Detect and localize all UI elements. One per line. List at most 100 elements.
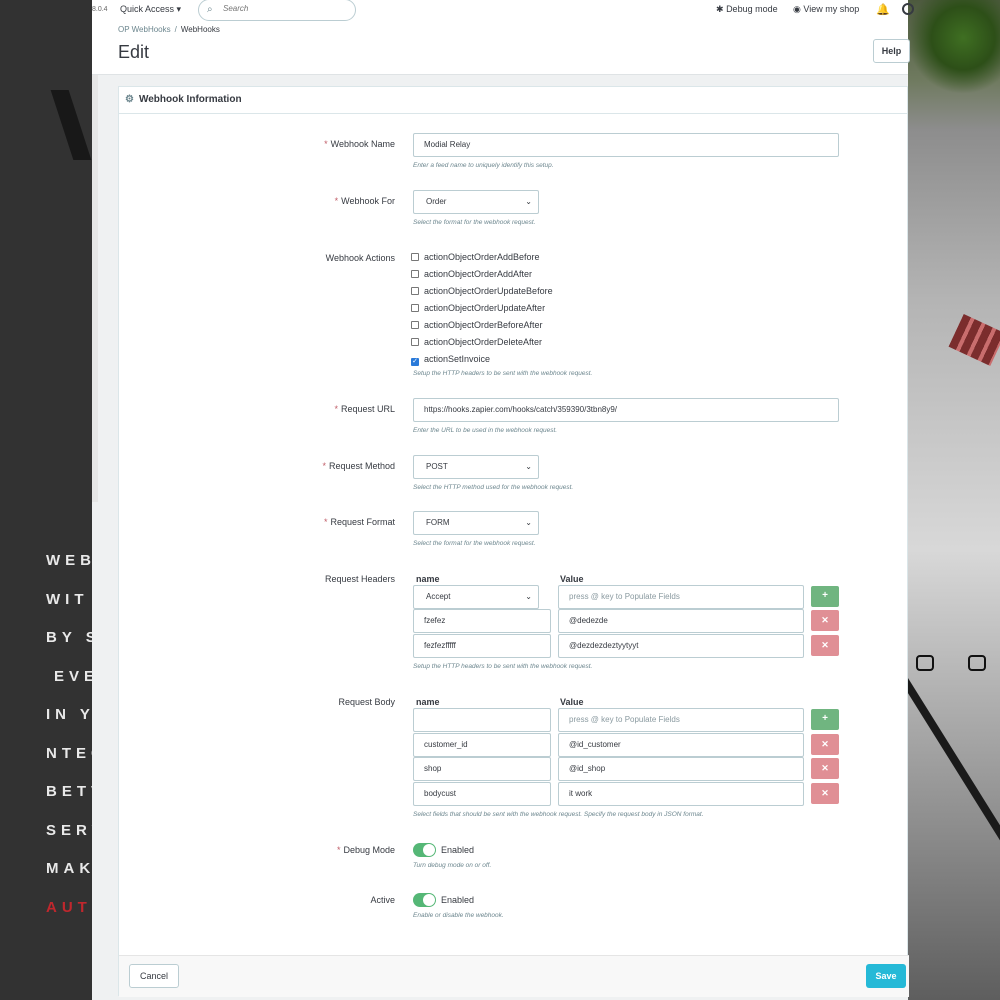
debug-mode-label: * Debug Mode	[336, 845, 395, 855]
scrollbar[interactable]	[92, 22, 98, 502]
remove-header-button[interactable]: ✕	[811, 635, 839, 656]
body-value-column: Value	[560, 697, 584, 707]
view-shop-link[interactable]: ◉ View my shop	[793, 4, 859, 15]
header-value-input[interactable]: @dezdezdeztyytyyt	[558, 634, 804, 658]
checkbox-icon	[411, 304, 419, 312]
checkbox-icon	[411, 338, 419, 346]
save-button[interactable]: Save	[866, 964, 906, 988]
debug-mode-toggle[interactable]	[413, 843, 436, 857]
remove-body-field-button[interactable]: ✕	[811, 783, 839, 804]
quick-access-menu[interactable]: Quick Access ▾	[120, 4, 181, 15]
plus-icon: +	[822, 713, 828, 724]
remove-body-field-button[interactable]: ✕	[811, 734, 839, 755]
version: 8.0.4	[92, 6, 108, 13]
close-icon: ✕	[821, 640, 829, 650]
add-header-button[interactable]: +	[811, 586, 839, 607]
chevron-down-icon: ⌄	[525, 518, 532, 527]
breadcrumb-parent[interactable]: OP WebHooks	[118, 25, 171, 34]
page-title: Edit	[118, 42, 150, 62]
request-method-label: * Request Method	[322, 461, 395, 471]
search-box[interactable]: ⌕	[198, 0, 356, 21]
plant-image	[908, 0, 1000, 95]
search-input[interactable]	[223, 4, 343, 13]
remove-header-button[interactable]: ✕	[811, 610, 839, 631]
tape-image	[948, 313, 1000, 367]
checkbox-icon	[411, 287, 419, 295]
chevron-down-icon: ⌄	[525, 462, 532, 471]
remove-body-field-button[interactable]: ✕	[811, 758, 839, 779]
body-name-column: name	[416, 697, 440, 707]
user-icon[interactable]	[902, 3, 914, 15]
active-help: Enable or disable the webhook.	[413, 912, 504, 919]
webhook-name-input[interactable]: Modial Relay	[413, 133, 839, 157]
request-url-input[interactable]: https://hooks.zapier.com/hooks/catch/359…	[413, 398, 839, 422]
webhook-for-help: Select the format for the webhook reques…	[413, 219, 536, 226]
header-value-input[interactable]: press @ key to Populate Fields	[558, 585, 804, 609]
help-button[interactable]: Help	[873, 39, 910, 63]
debug-mode-label: Debug mode	[726, 4, 778, 14]
active-toggle[interactable]	[413, 893, 436, 907]
webhook-actions-help: Setup the HTTP headers to be sent with t…	[413, 370, 593, 377]
header-value-input[interactable]: @dedezde	[558, 609, 804, 633]
webhook-for-select[interactable]: Order ⌄	[413, 190, 539, 214]
view-shop-label: View my shop	[803, 4, 860, 14]
request-format-label: * Request Format	[323, 517, 395, 527]
request-url-help: Enter the URL to be used in the webhook …	[413, 427, 558, 434]
checkbox-icon	[411, 321, 419, 329]
card-header: ⚙ Webhook Information	[119, 87, 907, 114]
search-icon: ⌕	[207, 4, 213, 15]
background-right	[859, 0, 1000, 1000]
body-value-input[interactable]: press @ key to Populate Fields	[558, 708, 804, 732]
chevron-down-icon: ⌄	[525, 592, 532, 601]
header-name-input[interactable]: fzefez	[413, 609, 551, 633]
headers-name-column: name	[416, 574, 440, 584]
admin-panel: 8.0.4 Quick Access ▾ ⌕ ✱ Debug mode ◉ Vi…	[92, 0, 914, 1000]
instagram-icon	[916, 655, 934, 671]
caret-down-icon: ▾	[176, 4, 182, 14]
add-body-field-button[interactable]: +	[811, 709, 839, 730]
youtube-icon	[968, 655, 986, 671]
webhook-name-label: * Webhook Name	[324, 139, 395, 149]
page-header: OP WebHooks / WebHooks Edit Help	[92, 22, 910, 75]
body-name-input[interactable]	[413, 708, 551, 732]
action-checkbox[interactable]: actionObjectOrderAddBefore	[411, 252, 540, 262]
top-bar: 8.0.4 Quick Access ▾ ⌕ ✱ Debug mode ◉ Vi…	[92, 0, 914, 22]
body-value-input[interactable]: @id_shop	[558, 757, 804, 781]
bell-icon[interactable]: 🔔	[876, 3, 890, 16]
body-value-input[interactable]: it work	[558, 782, 804, 806]
header-name-input[interactable]: fezfezfffff	[413, 634, 551, 658]
action-checkbox[interactable]: actionObjectOrderAddAfter	[411, 269, 532, 279]
request-method-select[interactable]: POST ⌄	[413, 455, 539, 479]
body-name-input[interactable]: shop	[413, 757, 551, 781]
body-value-input[interactable]: @id_customer	[558, 733, 804, 757]
body-name-input[interactable]: bodycust	[413, 782, 551, 806]
card-footer: Cancel Save	[119, 955, 909, 997]
breadcrumb: OP WebHooks / WebHooks	[118, 25, 220, 34]
action-checkbox[interactable]: actionObjectOrderUpdateAfter	[411, 303, 545, 313]
plus-icon: +	[822, 590, 828, 601]
breadcrumb-current: WebHooks	[180, 25, 220, 34]
bug-icon: ✱	[716, 4, 724, 14]
action-checkbox[interactable]: actionObjectOrderBeforeAfter	[411, 320, 543, 330]
header-name-select[interactable]: Accept ⌄	[413, 585, 539, 609]
chevron-down-icon: ⌄	[525, 197, 532, 206]
request-format-select[interactable]: FORM ⌄	[413, 511, 539, 535]
cancel-button[interactable]: Cancel	[129, 964, 179, 988]
body-name-input[interactable]: customer_id	[413, 733, 551, 757]
request-body-help: Select fields that should be sent with t…	[413, 811, 704, 818]
action-checkbox-checked[interactable]: ✓ actionSetInvoice	[411, 354, 490, 366]
active-label: Active	[370, 895, 395, 905]
close-icon: ✕	[821, 739, 829, 749]
active-state: Enabled	[441, 895, 475, 905]
cogs-icon: ⚙	[125, 94, 134, 105]
checkbox-icon	[411, 253, 419, 261]
action-checkbox[interactable]: actionObjectOrderDeleteAfter	[411, 337, 542, 347]
request-headers-label: Request Headers	[324, 574, 395, 584]
close-icon: ✕	[821, 763, 829, 773]
headers-value-column: Value	[560, 574, 584, 584]
checkbox-icon	[411, 270, 419, 278]
checkbox-checked-icon: ✓	[411, 358, 419, 366]
action-checkbox[interactable]: actionObjectOrderUpdateBefore	[411, 286, 553, 296]
webhook-for-label: * Webhook For	[334, 196, 395, 206]
debug-mode-link[interactable]: ✱ Debug mode	[716, 4, 778, 15]
